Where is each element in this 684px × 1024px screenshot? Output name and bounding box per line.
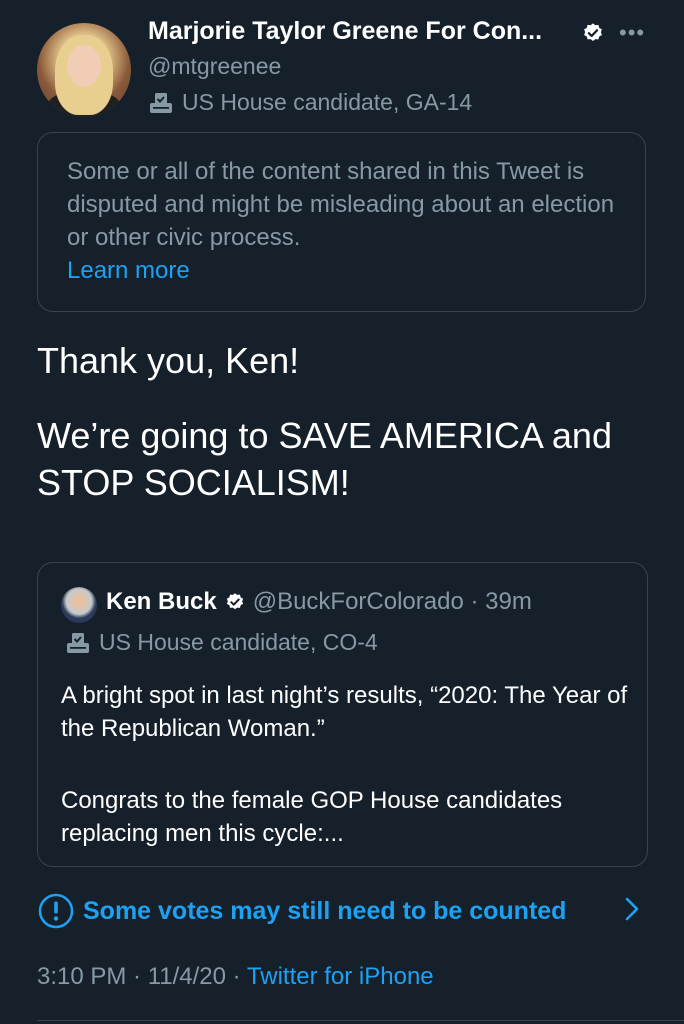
quoted-author-label-text: US House candidate, CO-4 <box>99 629 378 655</box>
quoted-tweet-text-1: A bright spot in last night’s results, “… <box>61 682 628 742</box>
ballot-box-icon <box>150 92 172 113</box>
ballot-box-icon <box>67 632 89 653</box>
learn-more-link[interactable]: Learn more <box>67 254 627 287</box>
author-handle[interactable]: @mtgreenee <box>148 53 281 80</box>
votes-notice-text[interactable]: Some votes may still need to be counted <box>83 897 566 926</box>
tweet-text-line2: We’re going to SAVE AMERICA and STOP SOC… <box>37 415 612 503</box>
verified-badge-icon <box>584 23 602 41</box>
quoted-tweet-header: Ken Buck @BuckForColorado · 39m <box>106 588 532 616</box>
author-avatar[interactable] <box>37 23 131 117</box>
verified-badge-icon <box>226 593 243 610</box>
quoted-author-handle-time: @BuckForColorado · 39m <box>252 588 532 615</box>
quoted-author-label: US House candidate, CO-4 <box>65 629 378 656</box>
author-label: US House candidate, GA-14 <box>148 89 472 116</box>
author-label-text: US House candidate, GA-14 <box>182 89 473 115</box>
more-options-icon[interactable]: ••• <box>619 20 645 46</box>
chevron-right-icon[interactable] <box>622 893 642 925</box>
votes-notice[interactable]: Some votes may still need to be counted <box>37 892 566 930</box>
divider <box>37 1020 684 1021</box>
info-exclamation-icon <box>38 893 74 929</box>
tweet-text-line1: Thank you, Ken! <box>37 340 300 381</box>
tweet-meta: 3:10 PM · 11/4/20 · Twitter for iPhone <box>37 963 434 991</box>
disputed-notice-text: Some or all of the content shared in thi… <box>67 158 615 251</box>
disputed-notice: Some or all of the content shared in thi… <box>67 155 627 287</box>
tweet-time-date[interactable]: 3:10 PM · 11/4/20 · <box>37 963 247 990</box>
quoted-author-avatar[interactable] <box>61 587 97 623</box>
quoted-tweet-text-2: Congrats to the female GOP House candida… <box>61 787 563 847</box>
quoted-author-name[interactable]: Ken Buck <box>106 588 217 616</box>
tweet-source[interactable]: Twitter for iPhone <box>247 963 434 990</box>
author-name[interactable]: Marjorie Taylor Greene For Con... <box>148 17 542 46</box>
